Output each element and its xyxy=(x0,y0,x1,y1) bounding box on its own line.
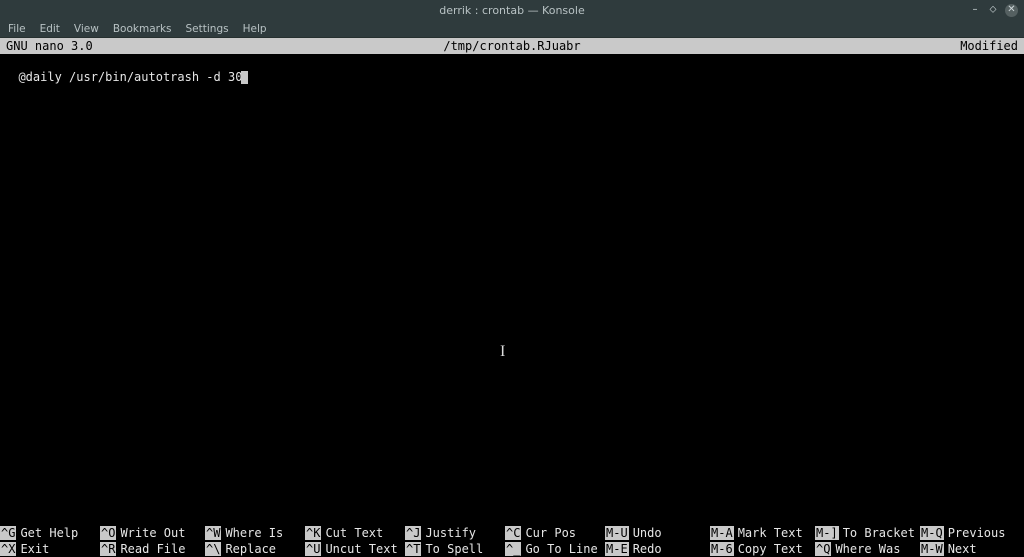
shortcut-undo: M-U Undo xyxy=(605,525,710,541)
shortcut-key: M-A xyxy=(710,526,734,540)
shortcut-label: Cur Pos xyxy=(525,526,576,540)
window-title: derrik : crontab — Konsole xyxy=(439,4,584,17)
shortcut-label: To Bracket xyxy=(843,526,915,540)
shortcut-key: ^X xyxy=(0,542,16,556)
text-cursor xyxy=(241,71,248,84)
shortcut-replace: ^\ Replace xyxy=(205,541,305,557)
shortcut-cut-text: ^K Cut Text xyxy=(305,525,405,541)
shortcut-key: ^G xyxy=(0,526,16,540)
shortcut-where-was: ^Q Where Was xyxy=(815,541,920,557)
shortcut-key: M-6 xyxy=(710,542,734,556)
nano-status-bar: GNU nano 3.0 /tmp/crontab.RJuabr Modifie… xyxy=(0,38,1024,54)
shortcut-read-file: ^R Read File xyxy=(100,541,205,557)
menu-bookmarks[interactable]: Bookmarks xyxy=(113,23,172,35)
shortcut-previous: M-Q Previous xyxy=(920,525,1015,541)
shortcut-exit: ^X Exit xyxy=(0,541,100,557)
shortcut-next: M-W Next xyxy=(920,541,1015,557)
shortcut-key: ^K xyxy=(305,526,321,540)
shortcut-key: M-U xyxy=(605,526,629,540)
shortcut-key: ^J xyxy=(405,526,421,540)
close-button[interactable]: ✕ xyxy=(1005,4,1018,17)
shortcut-key: ^T xyxy=(405,542,421,556)
app-menubar: File Edit View Bookmarks Settings Help xyxy=(0,20,1024,38)
shortcut-key: M-W xyxy=(920,542,944,556)
menu-help[interactable]: Help xyxy=(243,23,267,35)
shortcut-row-1: ^G Get Help ^O Write Out ^W Where Is ^K Cut … xyxy=(0,525,1024,541)
nano-modified: Modified xyxy=(960,38,1018,54)
shortcut-mark-text: M-A Mark Text xyxy=(710,525,815,541)
nano-shortcut-footer: ^G Get Help ^O Write Out ^W Where Is ^K Cut … xyxy=(0,525,1024,557)
nano-version: GNU nano 3.0 xyxy=(6,38,93,54)
shortcut-uncut-text: ^U Uncut Text xyxy=(305,541,405,557)
shortcut-label: Redo xyxy=(633,542,662,556)
menu-edit[interactable]: Edit xyxy=(40,23,60,35)
shortcut-label: Exit xyxy=(20,542,49,556)
shortcut-key: ^C xyxy=(505,526,521,540)
shortcut-label: Replace xyxy=(225,542,276,556)
window-titlebar: derrik : crontab — Konsole – ⬦ ✕ xyxy=(0,0,1024,20)
menu-view[interactable]: View xyxy=(74,23,99,35)
shortcut-to-spell: ^T To Spell xyxy=(405,541,505,557)
shortcut-go-to-line: ^_ Go To Line xyxy=(505,541,605,557)
shortcut-where-is: ^W Where Is xyxy=(205,525,305,541)
shortcut-to-bracket: M-] To Bracket xyxy=(815,525,920,541)
shortcut-label: Uncut Text xyxy=(325,542,397,556)
shortcut-cur-pos: ^C Cur Pos xyxy=(505,525,605,541)
shortcut-get-help: ^G Get Help xyxy=(0,525,100,541)
shortcut-label: Go To Line xyxy=(525,542,597,556)
shortcut-label: Cut Text xyxy=(325,526,383,540)
window-controls: – ⬦ ✕ xyxy=(969,4,1018,17)
shortcut-key: ^R xyxy=(100,542,116,556)
shortcut-write-out: ^O Write Out xyxy=(100,525,205,541)
shortcut-redo: M-E Redo xyxy=(605,541,710,557)
menu-file[interactable]: File xyxy=(8,23,26,35)
shortcut-justify: ^J Justify xyxy=(405,525,505,541)
shortcut-label: Next xyxy=(948,542,977,556)
nano-filename: /tmp/crontab.RJuabr xyxy=(443,38,580,54)
shortcut-label: Write Out xyxy=(120,526,185,540)
shortcut-row-2: ^X Exit ^R Read File ^\ Replace ^U Uncut Tex… xyxy=(0,541,1024,557)
shortcut-key: ^\ xyxy=(205,542,221,556)
shortcut-copy-text: M-6 Copy Text xyxy=(710,541,815,557)
shortcut-label: Undo xyxy=(633,526,662,540)
shortcut-label: Read File xyxy=(120,542,185,556)
shortcut-key: M-Q xyxy=(920,526,944,540)
shortcut-key: M-] xyxy=(815,526,839,540)
shortcut-key: ^_ xyxy=(505,542,521,556)
shortcut-label: To Spell xyxy=(425,542,483,556)
mouse-ibeam-cursor-icon: I xyxy=(500,344,505,360)
shortcut-key: ^U xyxy=(305,542,321,556)
editor-line-1: @daily /usr/bin/autotrash -d 30 xyxy=(18,70,242,84)
shortcut-key: ^Q xyxy=(815,542,831,556)
menu-settings[interactable]: Settings xyxy=(186,23,229,35)
editor-area[interactable]: @daily /usr/bin/autotrash -d 30 I xyxy=(0,54,1024,525)
shortcut-label: Where Was xyxy=(835,542,900,556)
shortcut-label: Mark Text xyxy=(738,526,803,540)
shortcut-label: Justify xyxy=(425,526,476,540)
minimize-button[interactable]: – xyxy=(969,4,981,16)
shortcut-key: M-E xyxy=(605,542,629,556)
shortcut-key: ^W xyxy=(205,526,221,540)
shortcut-label: Where Is xyxy=(225,526,283,540)
shortcut-label: Previous xyxy=(948,526,1006,540)
shortcut-label: Get Help xyxy=(20,526,78,540)
shortcut-key: ^O xyxy=(100,526,116,540)
maximize-button[interactable]: ⬦ xyxy=(987,4,999,16)
shortcut-label: Copy Text xyxy=(738,542,803,556)
